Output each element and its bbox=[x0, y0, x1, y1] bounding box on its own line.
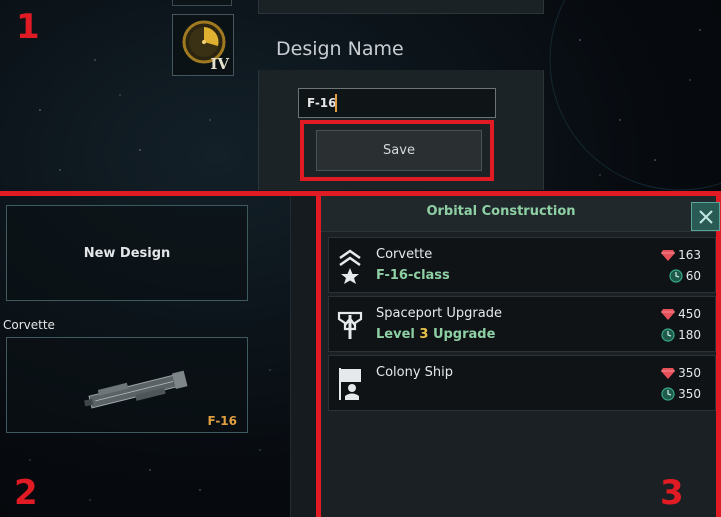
time-cost-value: 350 bbox=[678, 387, 701, 401]
design-name-input[interactable] bbox=[298, 88, 496, 118]
region-number-1: 1 bbox=[16, 7, 40, 47]
mineral-gem-icon bbox=[661, 309, 676, 320]
time-cost-value: 60 bbox=[685, 269, 701, 283]
text-caret bbox=[335, 94, 337, 112]
design-name-label: Design Name bbox=[276, 38, 404, 60]
mineral-gem-icon bbox=[661, 250, 676, 261]
build-item-colony-ship[interactable]: Colony Ship 350 350 bbox=[328, 355, 716, 411]
clock-icon bbox=[661, 328, 675, 342]
clock-icon bbox=[669, 269, 683, 283]
mineral-cost: 163 bbox=[661, 246, 701, 264]
new-design-button[interactable]: New Design bbox=[6, 205, 248, 301]
region-divider-right bbox=[716, 191, 721, 517]
build-item-spaceport-upgrade[interactable]: Spaceport Upgrade Level 3 Upgrade 450 18… bbox=[328, 296, 716, 352]
ship-design-name: F-16 bbox=[207, 414, 237, 428]
region-number-2: 2 bbox=[14, 473, 38, 513]
mineral-gem-icon bbox=[661, 368, 676, 379]
clock-icon bbox=[661, 387, 675, 401]
time-cost: 350 bbox=[661, 385, 701, 403]
design-list-scrollbar[interactable] bbox=[290, 196, 316, 517]
close-button[interactable] bbox=[691, 202, 720, 231]
tech-level-label: IV bbox=[210, 55, 229, 73]
tech-slot-partial[interactable] bbox=[172, 0, 232, 6]
region-number-3: 3 bbox=[660, 473, 684, 513]
mineral-cost-value: 350 bbox=[678, 366, 701, 380]
ship-class-heading: Corvette bbox=[3, 318, 55, 332]
mineral-cost-value: 163 bbox=[678, 248, 701, 262]
colony-flag-icon bbox=[339, 368, 361, 400]
save-button[interactable]: Save bbox=[316, 130, 482, 171]
time-cost: 180 bbox=[661, 326, 701, 344]
item-subtitle: Level 3 Upgrade bbox=[376, 327, 496, 342]
tech-slot[interactable]: IV bbox=[172, 14, 234, 76]
mineral-cost: 350 bbox=[661, 364, 701, 382]
corvette-chevrons-icon bbox=[339, 249, 361, 284]
time-cost-value: 180 bbox=[678, 328, 701, 342]
item-name: Colony Ship bbox=[376, 365, 454, 380]
spaceport-icon bbox=[337, 311, 363, 339]
corvette-ship-icon bbox=[83, 370, 188, 409]
item-name: Spaceport Upgrade bbox=[376, 306, 502, 321]
mineral-cost-value: 450 bbox=[678, 307, 701, 321]
item-name: Corvette bbox=[376, 247, 433, 262]
new-design-label: New Design bbox=[83, 245, 171, 261]
orbital-construction-header: Orbital Construction bbox=[321, 196, 716, 232]
time-cost: 60 bbox=[669, 267, 701, 285]
orbital-construction-title: Orbital Construction bbox=[426, 204, 576, 219]
close-icon bbox=[698, 209, 713, 224]
mineral-cost: 450 bbox=[661, 305, 701, 323]
design-panel-top-edge bbox=[258, 0, 544, 14]
build-item-corvette[interactable]: Corvette F-16-class 163 60 bbox=[328, 237, 716, 293]
item-subtitle: F-16-class bbox=[376, 268, 450, 283]
ship-design-card[interactable]: F-16 bbox=[6, 337, 248, 433]
